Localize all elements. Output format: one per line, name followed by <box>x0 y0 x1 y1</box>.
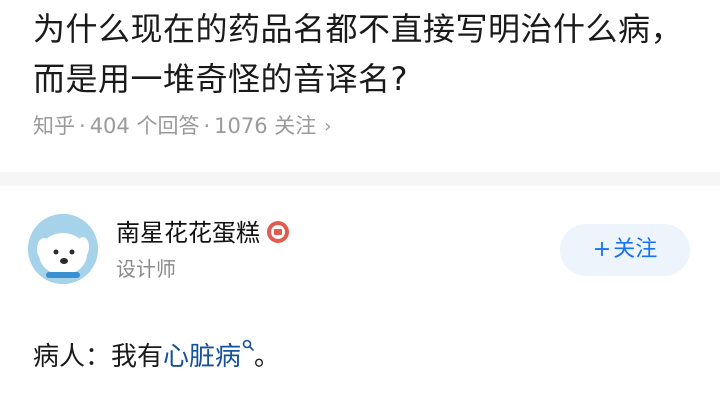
follow-button[interactable]: +关注 <box>560 224 690 276</box>
plus-icon: + <box>592 237 612 262</box>
author-name[interactable]: 南星花花蛋糕 <box>116 219 260 247</box>
zhihu-page: 为什么现在的药品名都不直接写明治什么病，而是用一堆奇怪的音译名? 知乎 · 404 … <box>0 0 720 405</box>
author-name-row[interactable]: 南星花花蛋糕 <box>116 217 290 252</box>
source-label: 知乎 <box>33 114 75 138</box>
question-card[interactable]: 为什么现在的药品名都不直接写明治什么病，而是用一堆奇怪的音译名? 知乎 · 404 … <box>0 0 720 172</box>
dog-avatar-icon <box>28 214 98 284</box>
separator-dot: · <box>79 114 86 138</box>
chevron-right-icon[interactable]: › <box>324 113 331 141</box>
term-link[interactable]: 心脏病 <box>163 342 241 372</box>
answer-text: 病人：我有 <box>33 342 164 372</box>
follow-label: 关注 <box>613 237 658 262</box>
separator-dot: · <box>203 114 211 138</box>
section-divider <box>0 172 720 186</box>
red-badge-icon <box>266 220 290 252</box>
author-avatar[interactable] <box>28 214 98 284</box>
question-meta[interactable]: 知乎 · 404 个回答 · 1076 关注 › <box>33 112 331 141</box>
question-title[interactable]: 为什么现在的药品名都不直接写明治什么病，而是用一堆奇怪的音译名? <box>33 4 693 104</box>
follower-count: 1076 关注 <box>214 114 317 138</box>
search-icon[interactable] <box>242 326 254 360</box>
answer-text-end: 。 <box>254 342 281 372</box>
answer-body[interactable]: 病人：我有心脏病。 <box>33 326 280 374</box>
author-title: 设计师 <box>116 257 176 281</box>
answer-card: 南星花花蛋糕 设计师 +关注 病人：我有心脏病。 <box>0 186 720 405</box>
answer-count: 404 个回答 <box>89 114 200 138</box>
